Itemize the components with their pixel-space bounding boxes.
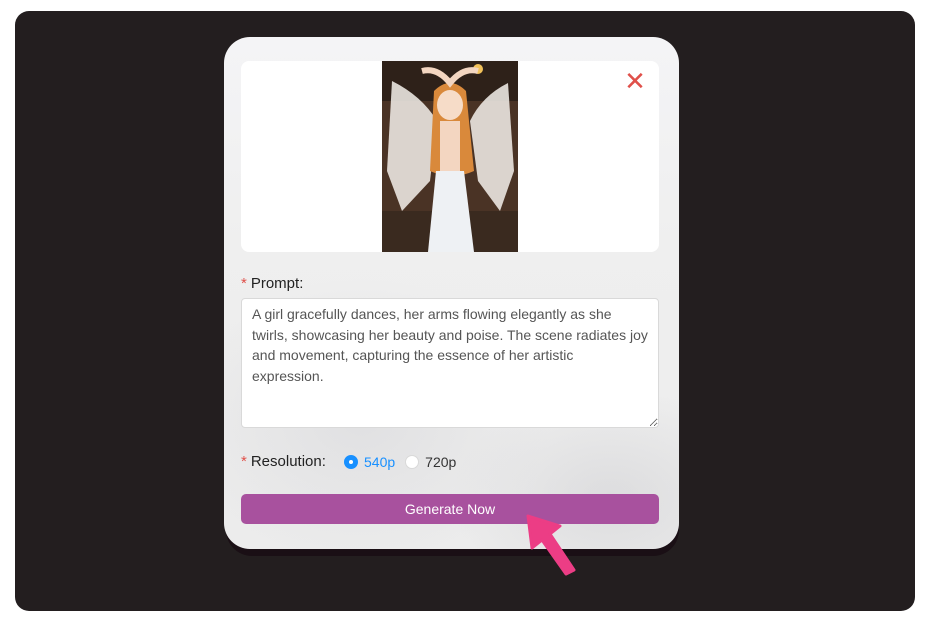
required-mark: * [241, 453, 247, 470]
arrow-pointer-icon [526, 514, 576, 576]
uploaded-image-preview [382, 61, 518, 252]
radio-unchecked-icon [405, 455, 420, 469]
image-to-video-dialog: ✕ * Prompt: A girl gracefully dances, her… [224, 37, 679, 549]
radio-checked-icon [344, 455, 358, 469]
resolution-radio-group: 540p 720p [344, 454, 466, 470]
prompt-label: * Prompt: [241, 275, 304, 292]
resolution-option-720p[interactable]: 720p [405, 454, 456, 470]
required-mark: * [241, 275, 247, 292]
close-icon[interactable]: ✕ [623, 68, 647, 94]
generate-now-button[interactable]: Generate Now [241, 494, 659, 524]
resolution-option-540p[interactable]: 540p [344, 454, 395, 470]
uploaded-image-card: ✕ [241, 61, 659, 252]
resolution-label: * Resolution: [241, 453, 326, 470]
prompt-input[interactable]: A girl gracefully dances, her arms flowi… [241, 298, 659, 428]
